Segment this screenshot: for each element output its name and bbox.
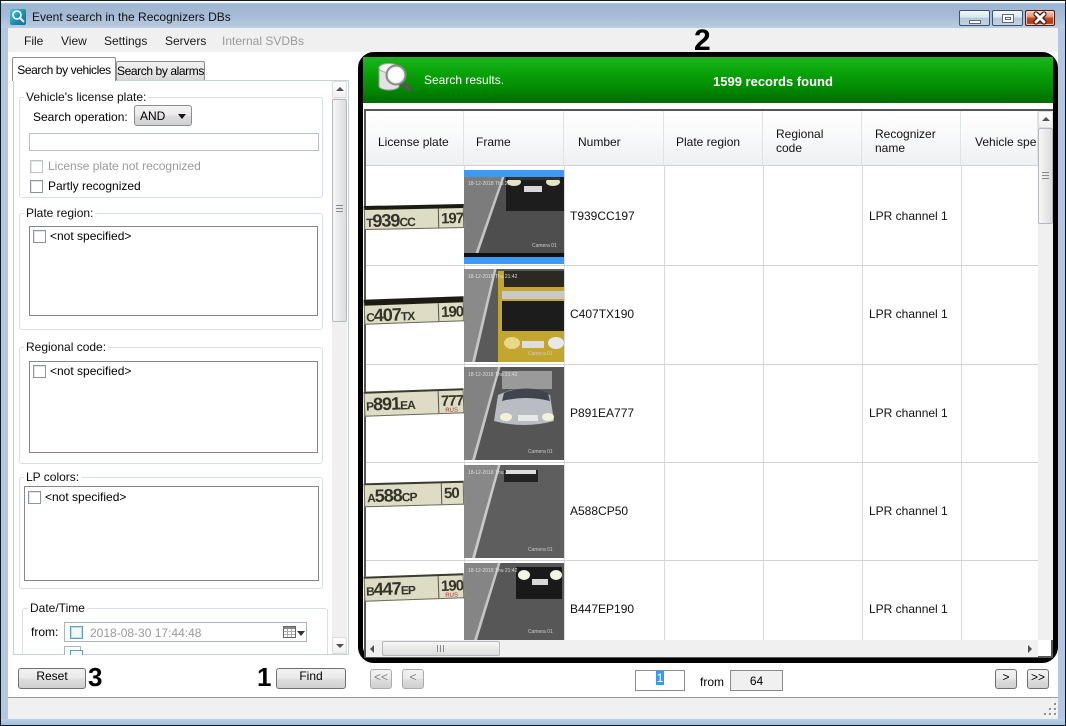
svg-text:18-12-2018 Thu 21:42: 18-12-2018 Thu 21:42 bbox=[468, 274, 518, 280]
svg-text:18-12-2018 Thu 21:42: 18-12-2018 Thu 21:42 bbox=[468, 470, 518, 476]
svg-text:Camera 01: Camera 01 bbox=[528, 629, 553, 635]
svg-text:Camera 01: Camera 01 bbox=[528, 547, 553, 553]
svg-text:18-12-2018 Thu 21:42: 18-12-2018 Thu 21:42 bbox=[468, 372, 518, 378]
svg-text:18-12-2018 Thu 21:42: 18-12-2018 Thu 21:42 bbox=[468, 181, 518, 187]
svg-text:Camera 01: Camera 01 bbox=[528, 351, 553, 357]
svg-text:Camera 01: Camera 01 bbox=[528, 449, 553, 455]
svg-text:Camera 01: Camera 01 bbox=[532, 243, 557, 249]
svg-text:18-12-2018 Thu 21:42: 18-12-2018 Thu 21:42 bbox=[468, 568, 518, 574]
